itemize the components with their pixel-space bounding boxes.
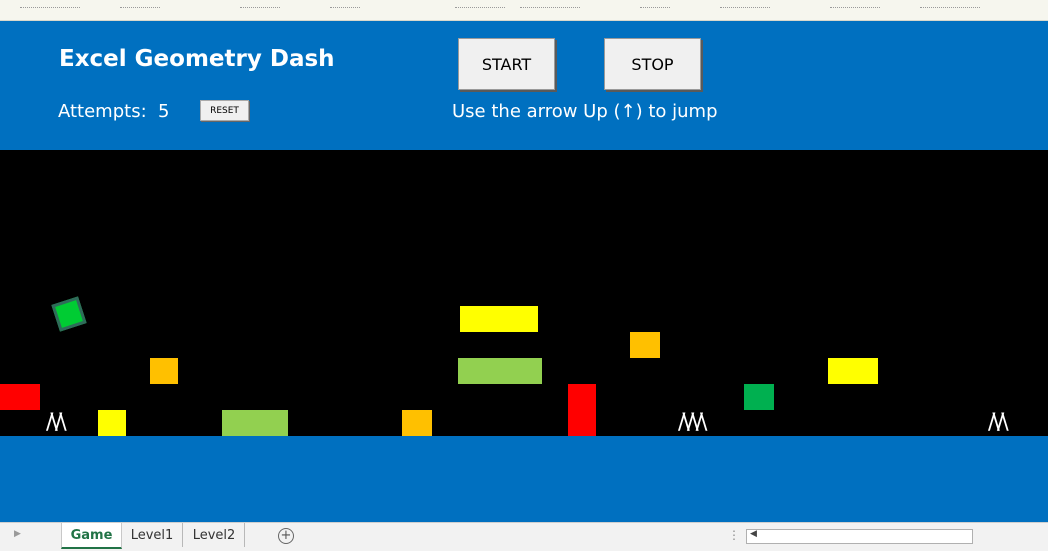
yellow-block xyxy=(98,410,126,436)
sheet-tab-bar: ▶ Game Level1 Level2 + ⋮ ◀ xyxy=(0,522,1048,551)
light-green-platform xyxy=(222,410,288,436)
orange-block xyxy=(402,410,432,436)
yellow-platform xyxy=(828,358,878,384)
dark-green-block xyxy=(744,384,774,410)
spike-hazard: /\/\/\ xyxy=(678,410,708,435)
horizontal-scrollbar[interactable] xyxy=(746,529,973,544)
game-area: /\/\ /\/\/\ /\/\ xyxy=(0,150,1048,436)
splitter-dots-icon[interactable]: ⋮ xyxy=(728,528,740,542)
spike-hazard: /\/\ xyxy=(988,410,1009,435)
game-title: Excel Geometry Dash xyxy=(59,46,335,72)
player-cube xyxy=(51,296,87,332)
stop-button[interactable]: STOP xyxy=(604,38,701,90)
red-block xyxy=(0,384,40,410)
red-pillar xyxy=(568,384,596,436)
scroll-tabs-icon[interactable]: ▶ xyxy=(14,529,21,539)
tab-level2[interactable]: Level2 xyxy=(184,523,245,547)
attempts-count: 5 xyxy=(158,101,170,122)
yellow-platform xyxy=(460,306,538,332)
orange-block xyxy=(150,358,178,384)
attempts-label: Attempts: xyxy=(58,101,147,122)
tab-level1[interactable]: Level1 xyxy=(122,523,183,547)
scroll-left-arrow-icon[interactable]: ◀ xyxy=(750,529,757,539)
light-green-platform xyxy=(458,358,542,384)
start-button[interactable]: START xyxy=(458,38,555,90)
orange-block xyxy=(630,332,660,358)
spike-hazard: /\/\ xyxy=(46,410,67,435)
game-floor xyxy=(0,436,1048,522)
add-sheet-icon[interactable]: + xyxy=(278,528,294,544)
column-strip xyxy=(0,0,1048,21)
jump-instructions: Use the arrow Up (↑) to jump xyxy=(452,101,718,122)
tab-game[interactable]: Game xyxy=(61,523,122,549)
reset-button[interactable]: RESET xyxy=(200,100,249,121)
